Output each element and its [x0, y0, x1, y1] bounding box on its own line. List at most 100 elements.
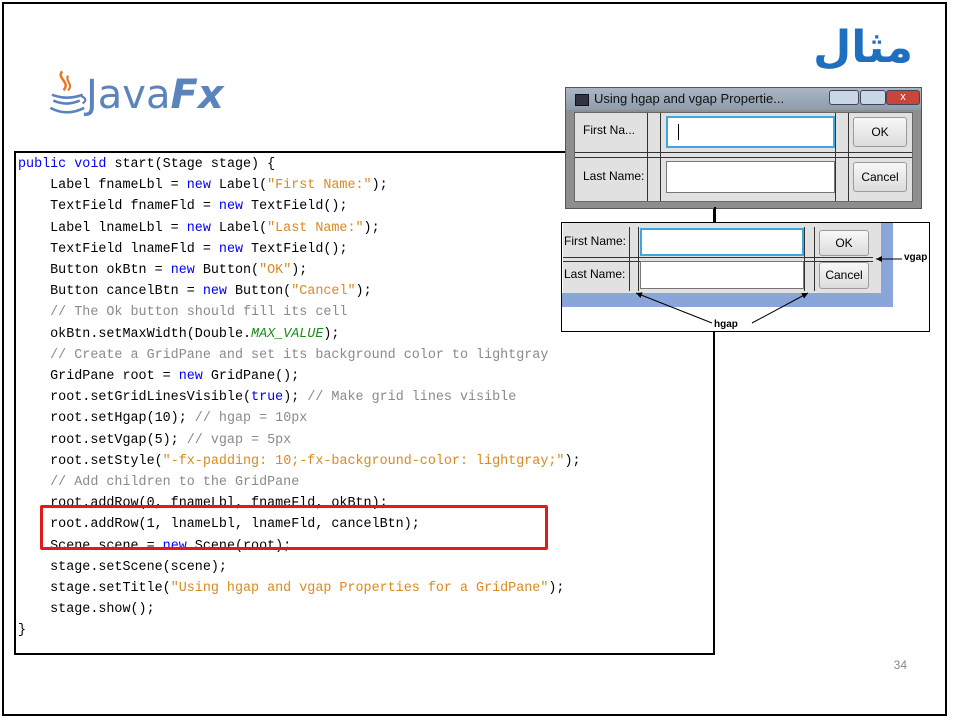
code-token: } — [18, 623, 27, 639]
logo-fx: Fx — [170, 72, 224, 118]
code-token: root.setStyle( — [18, 453, 163, 469]
hgap-arrow-right — [751, 292, 809, 324]
logo-java: Java — [86, 72, 171, 118]
code-token: ); — [323, 326, 340, 342]
code-token: new — [202, 284, 227, 300]
code-line: stage.show(); — [18, 599, 155, 620]
code-token: public void — [18, 157, 107, 172]
code-line: // Add children to the GridPane — [18, 472, 299, 493]
code-token: new — [186, 220, 211, 236]
code-line: stage.setScene(scene); — [18, 557, 227, 578]
code-token: Button cancelBtn = — [18, 284, 203, 300]
code-token: okBtn.setMaxWidth(Double. — [18, 326, 252, 342]
code-line: root.setHgap(10); // hgap = 10px — [18, 408, 307, 429]
code-line: Button cancelBtn = new Button("Cancel"); — [18, 281, 372, 302]
code-token: "Cancel" — [291, 284, 356, 300]
code-token: root.setGridLinesVisible( — [18, 390, 252, 406]
code-token: GridPane root = — [18, 369, 179, 384]
window-content: First Na... OK Last Name: Cancel — [574, 112, 913, 202]
minimize-button[interactable] — [829, 90, 859, 105]
text-caret — [678, 124, 679, 140]
code-token: new — [218, 199, 244, 215]
code-line: root.setVgap(5); // vgap = 5px — [18, 430, 291, 451]
gridpane-gap-diagram: First Name: OK Last Name: Cancel vgap hg… — [561, 222, 930, 332]
maximize-button[interactable] — [860, 90, 886, 105]
java-cup-icon — [49, 70, 87, 114]
code-token: "First Name:" — [267, 178, 372, 194]
code-token: // hgap = 10px — [194, 411, 308, 427]
code-line: root.setGridLinesVisible(true); // Make … — [18, 387, 516, 408]
close-button[interactable]: x — [886, 90, 920, 105]
grid-line — [575, 157, 912, 158]
code-token: ); — [291, 263, 308, 278]
code-token: new — [218, 241, 244, 257]
code-token: "OK" — [259, 263, 292, 278]
gap-arrows — [635, 256, 902, 324]
code-token: new — [186, 178, 211, 194]
code-token: // vgap = 5px — [186, 432, 292, 448]
hgap-arrow-left — [635, 292, 713, 324]
code-token: "Using hgap and vgap Properties for a Gr… — [170, 581, 549, 596]
code-line: Label lnameLbl = new Label("Last Name:")… — [18, 218, 380, 239]
vgap-annotation: vgap — [904, 252, 928, 263]
code-token: stage.setScene(scene); — [18, 559, 227, 575]
code-token: TextField fnameFld = — [18, 199, 219, 215]
code-token: GridPane(); — [202, 369, 300, 384]
code-line: Button okBtn = new Button("OK"); — [18, 260, 307, 281]
code-token: ); — [363, 220, 380, 236]
first-name-label: First Na... — [583, 123, 636, 137]
code-token: TextField(); — [243, 241, 348, 257]
page-number: 34 — [893, 658, 907, 672]
code-token: "-fx-padding: 10;-fx-background-color: l… — [162, 453, 565, 469]
grid-line — [575, 152, 912, 153]
code-token: MAX_VALUE — [251, 326, 324, 342]
code-token: start(Stage stage) { — [106, 157, 276, 172]
code-line: } — [18, 620, 26, 641]
code-token: ); — [355, 284, 372, 300]
cancel-button[interactable]: Cancel — [853, 162, 907, 192]
slide-title: مثال — [813, 22, 913, 73]
code-token: Button( — [226, 284, 292, 300]
code-line: root.setStyle("-fx-padding: 10;-fx-backg… — [18, 451, 581, 472]
javafx-logo: JavaFx — [86, 72, 224, 118]
code-line: stage.setTitle("Using hgap and vgap Prop… — [18, 578, 564, 599]
code-token: "Last Name:" — [267, 220, 364, 236]
code-line: public void start(Stage stage) { — [18, 154, 275, 175]
code-line: TextField fnameFld = new TextField(); — [18, 196, 347, 217]
code-line: GridPane root = new GridPane(); — [18, 366, 299, 387]
code-token: // Create a GridPane and set its backgro… — [18, 347, 549, 363]
hgap-annotation: hgap — [714, 319, 738, 330]
code-token: true — [251, 390, 284, 406]
code-token: ); — [548, 581, 565, 596]
code-token: Label fnameLbl = — [18, 178, 187, 194]
window-title: Using hgap and vgap Propertie... — [594, 91, 785, 106]
last-name-field[interactable] — [666, 161, 835, 193]
code-token: Button okBtn = — [18, 263, 171, 278]
code-token: TextField lnameFld = — [18, 241, 219, 257]
first-name-field[interactable] — [666, 116, 835, 148]
code-token: TextField(); — [243, 199, 348, 215]
code-token: // The Ok button should fill its cell — [18, 305, 348, 321]
code-line: TextField lnameFld = new TextField(); — [18, 239, 347, 260]
code-token: root.setHgap(10); — [18, 411, 195, 427]
code-token: ); — [564, 453, 581, 469]
code-token: new — [170, 263, 195, 278]
code-token: Button( — [194, 263, 260, 278]
code-token: ); — [371, 178, 388, 194]
ok-button[interactable]: OK — [853, 117, 907, 147]
code-line: // Create a GridPane and set its backgro… — [18, 345, 548, 366]
window-app-icon — [575, 94, 589, 106]
connector-line — [714, 207, 716, 223]
code-line: // The Ok button should fill its cell — [18, 302, 347, 323]
code-token: // Make grid lines visible — [307, 390, 517, 406]
code-token: Label lnameLbl = — [18, 220, 187, 236]
code-token: new — [178, 369, 203, 384]
highlight-box — [40, 505, 548, 550]
code-token: Label( — [210, 178, 268, 194]
code-token: Label( — [210, 220, 268, 236]
code-line: Label fnameLbl = new Label("First Name:"… — [18, 175, 388, 196]
code-token: stage.show(); — [18, 602, 155, 618]
code-token: root.setVgap(5); — [18, 432, 187, 448]
gridpane-window-screenshot: Using hgap and vgap Propertie... x First… — [565, 87, 922, 209]
code-token: stage.setTitle( — [18, 581, 171, 596]
